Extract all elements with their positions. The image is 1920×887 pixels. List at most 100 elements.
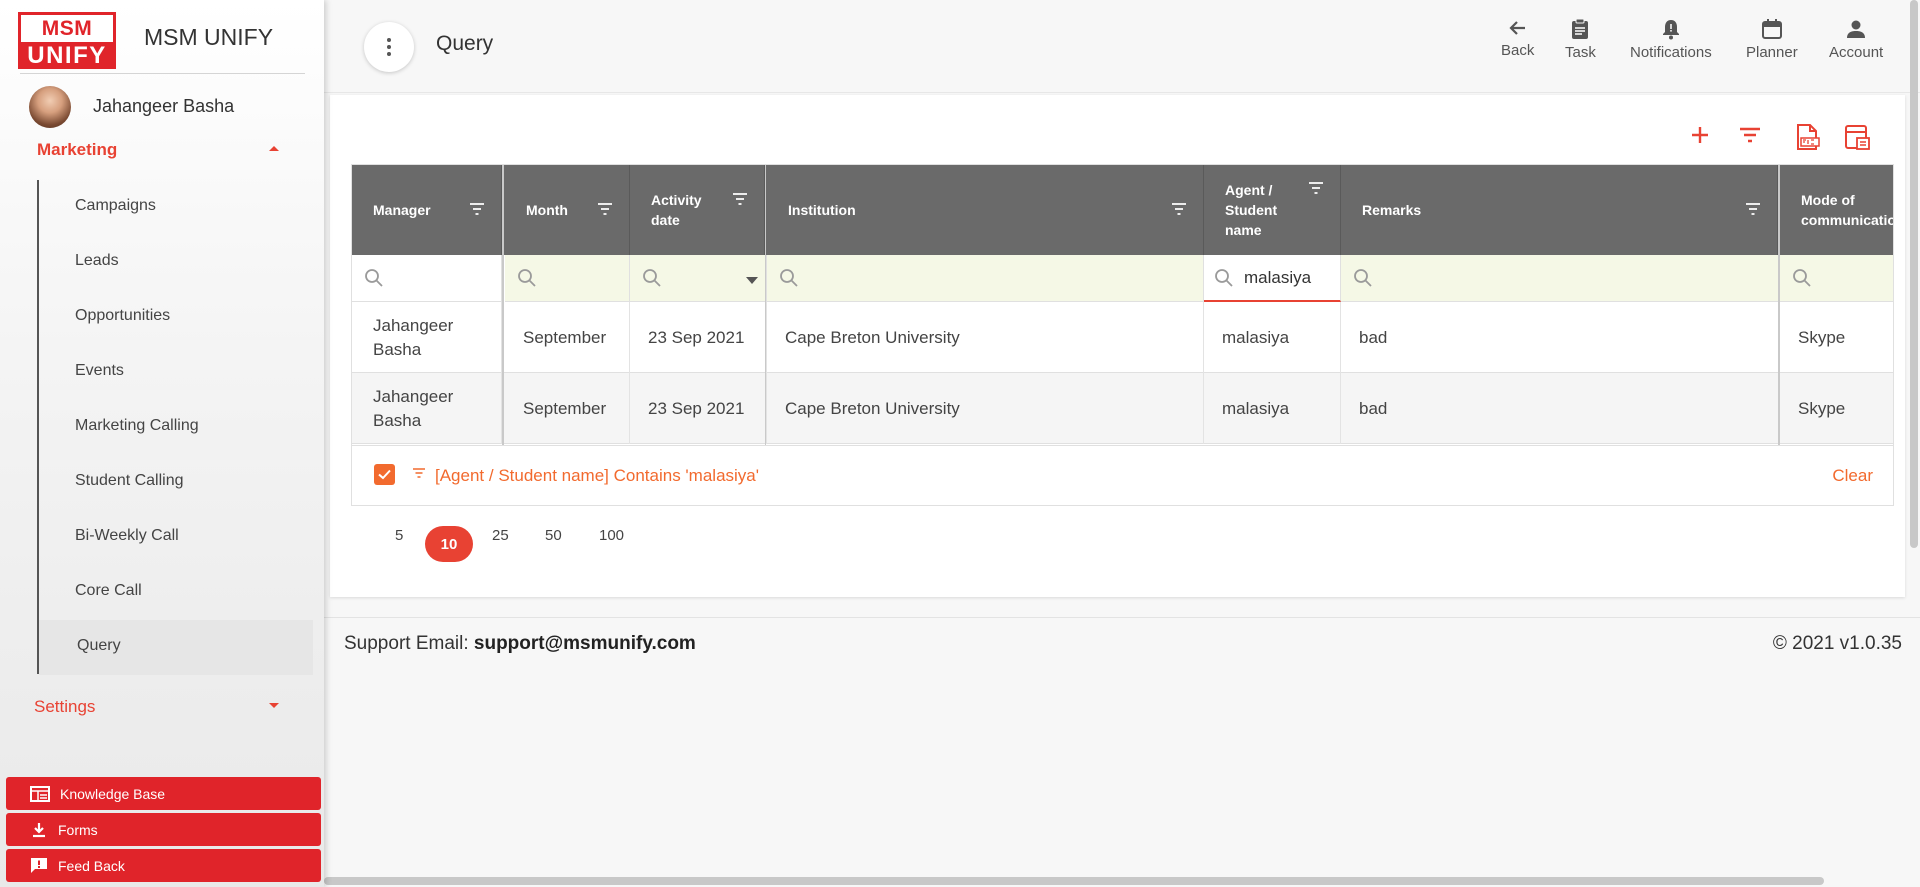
column-header-remarks[interactable]: Remarks	[1341, 165, 1778, 255]
cell-manager: Jahangeer Basha	[352, 302, 502, 373]
avatar[interactable]	[29, 86, 71, 128]
vertical-scrollbar[interactable]	[1910, 0, 1918, 548]
page-size-10[interactable]: 10	[425, 526, 473, 562]
page-size-5[interactable]: 5	[395, 527, 403, 544]
column-header-label: Remarks	[1362, 202, 1422, 218]
task-button[interactable]: Task	[1565, 18, 1596, 61]
horizontal-scrollbar[interactable]	[324, 877, 1824, 885]
search-icon	[518, 269, 536, 287]
column-header-institution[interactable]: Institution	[767, 165, 1204, 255]
filter-icon[interactable]	[1738, 125, 1762, 145]
column-header-mode-of-communication[interactable]: Mode of communication	[1780, 165, 1893, 255]
more-menu-button[interactable]	[364, 22, 414, 72]
filter-cell-remarks[interactable]	[1341, 255, 1780, 302]
filter-cell-activity-date[interactable]	[630, 255, 767, 302]
table-row[interactable]: Jahangeer Basha September 23 Sep 2021 Ca…	[352, 302, 1893, 373]
sidebar-item-opportunities[interactable]: Opportunities	[75, 307, 170, 325]
planner-button[interactable]: Planner	[1746, 18, 1798, 61]
sidebar-section-settings[interactable]: Settings	[34, 697, 95, 717]
filter-cell-month[interactable]	[505, 255, 630, 302]
filter-summary-text[interactable]: [Agent / Student name] Contains 'malasiy…	[435, 466, 759, 486]
knowledge-base-button[interactable]: Knowledge Base	[6, 777, 321, 810]
page-size-100[interactable]: 100	[599, 527, 624, 544]
clear-filter-button[interactable]: Clear	[1832, 466, 1873, 486]
table-row[interactable]: Jahangeer Basha September 23 Sep 2021 Ca…	[352, 373, 1893, 444]
page-size-25[interactable]: 25	[492, 527, 509, 544]
column-header-label: Institution	[788, 202, 856, 218]
forms-label: Forms	[58, 821, 98, 838]
arrow-left-icon	[1509, 21, 1525, 35]
export-pdf-icon[interactable]	[1793, 123, 1821, 151]
support-email: Support Email: support@msmunify.com	[344, 633, 696, 655]
feedback-label: Feed Back	[58, 857, 125, 874]
filter-cell-mode[interactable]	[1780, 255, 1893, 302]
cell-mode: Skype	[1798, 398, 1846, 418]
notifications-label: Notifications	[1630, 44, 1712, 61]
sidebar-item-bi-weekly-call[interactable]: Bi-Weekly Call	[75, 527, 179, 545]
agent-filter-input[interactable]	[1244, 267, 1324, 288]
calendar-icon	[1761, 19, 1782, 39]
column-header-activity-date[interactable]: Activity date	[630, 165, 765, 255]
caret-down-icon[interactable]	[269, 703, 279, 708]
data-grid: Manager Month Activity date Institution …	[351, 164, 1894, 506]
bell-icon	[1662, 20, 1679, 40]
sidebar-divider	[20, 73, 305, 74]
brand-name: MSM UNIFY	[144, 24, 274, 50]
sidebar-item-marketing-calling[interactable]: Marketing Calling	[75, 417, 199, 435]
cell-mode: Skype	[1798, 327, 1846, 347]
sidebar-section-marketing[interactable]: Marketing	[37, 140, 117, 160]
support-email-link[interactable]: support@msmunify.com	[474, 633, 696, 654]
search-icon	[780, 269, 798, 287]
brand-logo[interactable]: MSM UNIFY	[18, 12, 116, 69]
cell-activity-date: 23 Sep 2021	[630, 302, 767, 373]
page-size-50[interactable]: 50	[545, 527, 562, 544]
column-header-manager[interactable]: Manager	[352, 165, 502, 255]
forms-button[interactable]: Forms	[6, 813, 321, 846]
brand-logo-bottom: UNIFY	[27, 42, 107, 69]
sidebar-item-leads[interactable]: Leads	[75, 252, 119, 270]
feedback-button[interactable]: Feed Back	[6, 849, 321, 882]
cell-institution: Cape Breton University	[767, 373, 1204, 444]
sidebar-item-events[interactable]: Events	[75, 362, 124, 380]
column-header-label: Mode of communication	[1801, 192, 1893, 228]
account-label: Account	[1829, 44, 1884, 61]
column-chooser-icon[interactable]	[1843, 123, 1871, 151]
column-filter-icon[interactable]	[1308, 181, 1324, 195]
feedback-icon	[31, 858, 47, 873]
column-filter-icon[interactable]	[469, 202, 485, 216]
back-label: Back	[1501, 42, 1535, 59]
column-divider	[765, 165, 766, 445]
sidebar: MSM UNIFY MSM UNIFY Jahangeer Basha Mark…	[0, 0, 324, 887]
column-header-month[interactable]: Month	[505, 165, 630, 255]
filter-cell-institution[interactable]	[767, 255, 1204, 302]
filter-cell-agent-student-name[interactable]	[1204, 255, 1341, 302]
column-filter-icon[interactable]	[1745, 202, 1761, 216]
brand-logo-top: MSM	[21, 15, 113, 42]
sidebar-item-student-calling[interactable]: Student Calling	[75, 472, 184, 490]
cell-month: September	[505, 373, 630, 444]
column-filter-icon[interactable]	[732, 192, 748, 206]
sidebar-item-campaigns[interactable]: Campaigns	[75, 197, 156, 215]
caret-up-icon[interactable]	[269, 146, 279, 151]
account-button[interactable]: Account	[1829, 18, 1883, 61]
filter-enabled-checkbox[interactable]	[374, 464, 395, 485]
search-icon	[1215, 268, 1233, 287]
sidebar-item-core-call[interactable]: Core Call	[75, 582, 142, 600]
notifications-button[interactable]: Notifications	[1630, 18, 1712, 61]
sidebar-item-query[interactable]: Query	[77, 637, 121, 655]
back-button[interactable]: Back	[1501, 18, 1534, 59]
column-filter-icon[interactable]	[597, 202, 613, 216]
search-icon	[643, 269, 661, 287]
fixed-column-divider-right	[1778, 165, 1780, 445]
cell-agent: malasiya	[1204, 373, 1341, 444]
column-header-label: Month	[526, 202, 568, 218]
filter-cell-manager[interactable]	[352, 255, 502, 302]
task-label: Task	[1565, 44, 1596, 61]
add-icon[interactable]	[1690, 125, 1710, 145]
column-header-agent-student-name[interactable]: Agent / Student name	[1204, 165, 1341, 255]
footer-divider	[324, 617, 1920, 618]
cell-remarks: bad	[1341, 302, 1780, 373]
search-icon	[365, 269, 383, 287]
column-filter-icon[interactable]	[1171, 202, 1187, 216]
dropdown-arrow-icon[interactable]	[746, 277, 758, 284]
